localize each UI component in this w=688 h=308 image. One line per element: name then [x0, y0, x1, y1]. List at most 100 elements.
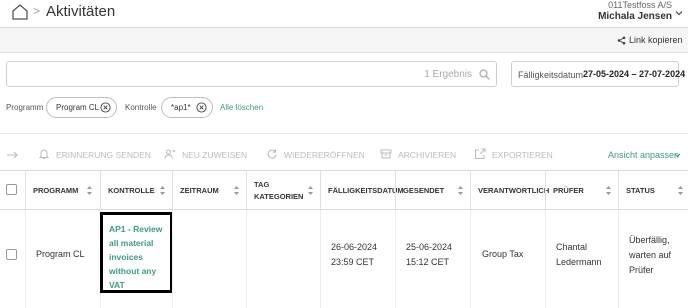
column-reviewer[interactable]: PRÜFER — [545, 171, 618, 209]
control-line: AP1 - Review — [109, 224, 163, 234]
due-date-value: 27-05-2024 – 27-07-2024 — [583, 69, 686, 79]
archive-label: ARCHIVIEREN — [398, 150, 457, 160]
select-all-checkbox[interactable] — [6, 184, 17, 195]
column-program-label: PROGRAMM — [33, 186, 79, 195]
chevron-down-icon[interactable] — [674, 8, 684, 18]
sort-icon[interactable] — [307, 185, 314, 196]
cell-program: Program CL — [25, 210, 100, 308]
adjust-view-link[interactable]: Ansicht anpassen — [608, 150, 679, 160]
reassign-label: NEU ZUWEISEN — [182, 150, 248, 160]
clear-all-filters-link[interactable]: Alle löschen — [220, 103, 263, 112]
program-value: Program CL — [36, 249, 85, 259]
send-reminder-button[interactable]: ERINNERUNG SENDEN — [38, 149, 151, 161]
sort-icon[interactable] — [605, 185, 612, 196]
column-due-date-label: FÄLLIGKEITSDATUM — [328, 186, 404, 195]
search-input[interactable]: 1 Ergebnis — [6, 61, 497, 87]
close-icon[interactable] — [196, 102, 207, 113]
control-line: without any — [109, 266, 157, 276]
refresh-icon — [267, 149, 277, 159]
column-sent[interactable]: GESENDET — [395, 171, 470, 209]
company-name: 011Testfoss A/S — [608, 0, 672, 10]
column-control[interactable]: KONTROLLE — [100, 171, 172, 209]
reopen-button[interactable]: WIEDERERÖFFNEN — [266, 149, 365, 161]
program-filter-chip[interactable]: Program CL — [46, 97, 117, 118]
column-status[interactable]: STATUS — [618, 171, 688, 209]
responsible-value: Group Tax — [482, 249, 524, 259]
archive-icon — [380, 149, 392, 159]
user-name[interactable]: Michala Jensen — [522, 11, 672, 22]
top-header: > Aktivitäten 011Testfoss A/S Michala Je… — [0, 0, 688, 27]
cell-status: Überfällig, warten auf Prüfer — [618, 210, 688, 308]
table-row[interactable]: Program CL AP1 - Review all material inv… — [0, 210, 688, 308]
sort-icon[interactable] — [677, 185, 684, 196]
cell-due-date: 26-06-2024 23:59 CET — [320, 210, 395, 308]
control-chip-label: *ap1* — [171, 103, 191, 112]
control-link[interactable]: AP1 - Review all material invoices witho… — [109, 222, 169, 292]
breadcrumb-separator: > — [33, 4, 41, 18]
reassign-button[interactable]: NEU ZUWEISEN — [164, 149, 248, 161]
export-label: EXPORTIEREN — [492, 150, 553, 160]
control-line: VAT — [109, 280, 125, 290]
close-icon[interactable] — [100, 102, 111, 113]
sub-toolbar — [0, 28, 688, 52]
cell-responsible: Group Tax — [470, 210, 545, 308]
column-sent-label: GESENDET — [403, 186, 445, 195]
column-tags-label-line2: KATEGORIEN — [254, 192, 304, 201]
program-chip-label: Program CL — [56, 103, 100, 112]
users-icon — [164, 149, 175, 159]
home-icon[interactable] — [11, 3, 29, 20]
column-tags-label-line1: TAG — [254, 180, 270, 189]
search-icon[interactable] — [479, 69, 490, 80]
column-control-label: KONTROLLE — [108, 186, 155, 195]
row-checkbox[interactable] — [6, 249, 17, 260]
reopen-label: WIEDERERÖFFNEN — [284, 150, 365, 160]
status-line: warten auf — [629, 250, 672, 260]
result-count: 1 Ergebnis — [424, 69, 472, 80]
reviewer-line1: Chantal — [556, 242, 588, 252]
control-filter-label: Kontrolle — [125, 103, 157, 112]
copy-link-label: Link kopieren — [629, 35, 683, 45]
sort-icon[interactable] — [457, 185, 464, 196]
column-due-date[interactable]: FÄLLIGKEITSDATUM — [320, 171, 404, 209]
cell-tags — [246, 210, 320, 308]
column-responsible[interactable]: VERANTWORTLICH — [470, 171, 549, 209]
bell-icon — [38, 149, 50, 159]
column-tags[interactable]: TAG KATEGORIEN — [246, 171, 320, 209]
due-date-filter[interactable]: Fälligkeitsdatum 27-05-2024 – 27-07-2024 — [511, 61, 685, 87]
column-reviewer-label: PRÜFER — [553, 186, 584, 195]
status-line: Überfällig, — [629, 235, 670, 245]
due-date-line2: 23:59 CET — [331, 257, 375, 267]
chevron-down-icon[interactable] — [674, 152, 681, 159]
control-line: invoices — [109, 252, 144, 262]
sort-icon[interactable] — [86, 185, 93, 196]
arrow-icon[interactable] — [6, 150, 19, 160]
cell-sent: 25-06-2024 15:12 CET — [395, 210, 470, 308]
archive-button[interactable]: ARCHIVIEREN — [380, 149, 456, 161]
sent-line1: 25-06-2024 — [406, 242, 453, 252]
control-filter-chip[interactable]: *ap1* — [161, 97, 213, 118]
reviewer-line2: Ledermann — [556, 257, 602, 267]
filters-divider — [0, 133, 688, 134]
sent-line2: 15:12 CET — [406, 257, 450, 267]
cell-reviewer: Chantal Ledermann — [545, 210, 618, 308]
share-icon — [617, 36, 626, 45]
table-header: PROGRAMM KONTROLLE ZEITRAUM TAG KATEGORI… — [0, 170, 688, 210]
sort-icon[interactable] — [233, 185, 240, 196]
column-program[interactable]: PROGRAMM — [25, 171, 100, 209]
status-line: Prüfer — [629, 265, 654, 275]
sort-icon[interactable] — [159, 185, 166, 196]
due-date-label: Fälligkeitsdatum — [518, 70, 584, 80]
control-line: all material — [109, 238, 154, 248]
control-highlight-box: AP1 - Review all material invoices witho… — [100, 212, 173, 293]
copy-link-button[interactable]: Link kopieren — [617, 35, 687, 47]
subbar-divider — [0, 52, 688, 53]
cell-period — [172, 210, 246, 308]
column-status-label: STATUS — [626, 186, 655, 195]
column-period[interactable]: ZEITRAUM — [172, 171, 246, 209]
page-title: Aktivitäten — [46, 3, 116, 20]
due-date-line1: 26-06-2024 — [331, 242, 378, 252]
export-button[interactable]: EXPORTIEREN — [474, 148, 553, 161]
send-reminder-label: ERINNERUNG SENDEN — [56, 150, 151, 160]
export-icon — [475, 148, 486, 159]
program-filter-label: Programm — [6, 103, 44, 112]
